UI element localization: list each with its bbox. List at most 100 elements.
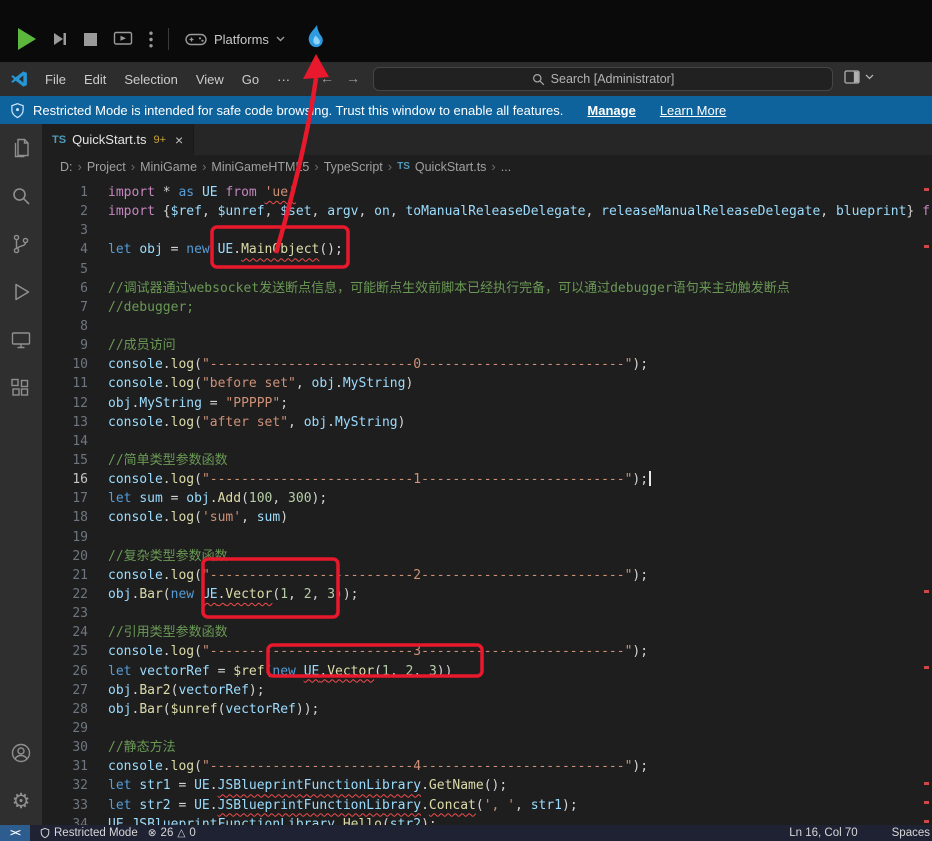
code-line[interactable]: 19 — [42, 528, 932, 547]
code-text: obj.MyString = "PPPPP"; — [108, 394, 288, 413]
sidebar-item-explorer[interactable] — [0, 124, 42, 172]
code-line[interactable]: 29 — [42, 719, 932, 738]
code-text: console.log('sum', sum) — [108, 508, 288, 527]
restricted-mode-status[interactable]: Restricted Mode — [40, 827, 138, 839]
overview-error-mark — [924, 820, 929, 823]
code-line[interactable]: 9//成员访问 — [42, 336, 932, 355]
close-icon[interactable]: × — [175, 132, 183, 148]
menu-view[interactable]: View — [187, 72, 233, 87]
menu-edit[interactable]: Edit — [75, 72, 115, 87]
breadcrumb-item[interactable]: MiniGameHTML5 — [211, 160, 309, 174]
code-line[interactable]: 8 — [42, 317, 932, 336]
code-line[interactable]: 17let sum = obj.Add(100, 300); — [42, 489, 932, 508]
sidebar-item-source-control[interactable] — [0, 220, 42, 268]
sidebar-item-run-debug[interactable] — [0, 268, 42, 316]
launch-icon — [113, 31, 135, 48]
code-line[interactable]: 3 — [42, 221, 932, 240]
error-count: 26 — [161, 827, 174, 839]
code-line[interactable]: 16console.log("-------------------------… — [42, 470, 932, 489]
code-line[interactable]: 32let str1 = UE.JSBlueprintFunctionLibra… — [42, 776, 932, 795]
line-number: 5 — [42, 260, 88, 279]
sidebar-item-search[interactable] — [0, 172, 42, 220]
line-number: 12 — [42, 394, 88, 413]
code-line[interactable]: 1import * as UE from 'ue' — [42, 183, 932, 202]
code-line[interactable]: 14 — [42, 432, 932, 451]
breadcrumb-item[interactable]: QuickStart.ts — [415, 160, 487, 174]
stop-button[interactable] — [68, 33, 97, 46]
code-line[interactable]: 10console.log("-------------------------… — [42, 355, 932, 374]
code-line[interactable]: 5 — [42, 260, 932, 279]
line-number: 29 — [42, 719, 88, 738]
overview-error-mark — [924, 590, 929, 593]
cursor-position-status[interactable]: Ln 16, Col 70 — [789, 827, 857, 839]
problems-status[interactable]: ⊗ 26 △ 0 — [148, 827, 196, 839]
account-button[interactable] — [0, 729, 42, 777]
nav-back-button[interactable]: ← — [320, 70, 334, 86]
menu-file[interactable]: File — [36, 72, 75, 87]
code-line[interactable]: 21console.log("-------------------------… — [42, 566, 932, 585]
toolbar-more-button[interactable] — [149, 31, 153, 48]
line-number: 26 — [42, 662, 88, 681]
puerts-hotreload-button[interactable] — [303, 24, 330, 54]
breadcrumb-item[interactable]: MiniGame — [140, 160, 197, 174]
code-line[interactable]: 11console.log("before set", obj.MyString… — [42, 374, 932, 393]
sidebar-item-remote-explorer[interactable] — [0, 316, 42, 364]
line-number: 20 — [42, 547, 88, 566]
code-line[interactable]: 12 obj.MyString = "PPPPP"; — [42, 394, 932, 413]
manage-link[interactable]: Manage — [587, 103, 635, 118]
code-line[interactable]: 34UE.JSBlueprintFunctionLibrary.Hello(st… — [42, 815, 932, 825]
editor[interactable]: 1import * as UE from 'ue'2import {$ref, … — [42, 178, 932, 825]
code-line[interactable]: 2import {$ref, $unref, $set, argv, on, t… — [42, 202, 932, 221]
menu-selection[interactable]: Selection — [115, 72, 186, 87]
tab-title: QuickStart.ts — [72, 132, 146, 147]
line-number: 19 — [42, 528, 88, 547]
menu-bar: FileEditSelectionViewGo··· — [36, 72, 299, 87]
code-line[interactable]: 25console.log("-------------------------… — [42, 642, 932, 661]
tab-quickstart[interactable]: TS QuickStart.ts 9+ × — [42, 124, 194, 155]
breadcrumb-separator: › — [491, 159, 495, 174]
play-button[interactable] — [0, 28, 36, 50]
code-line[interactable]: 4let obj = new UE.MainObject(); — [42, 240, 932, 259]
ts-file-icon: TS — [397, 161, 410, 172]
menu-go[interactable]: Go — [233, 72, 268, 87]
code-line[interactable]: 33let str2 = UE.JSBlueprintFunctionLibra… — [42, 796, 932, 815]
skip-frame-button[interactable] — [50, 30, 68, 48]
launch-button[interactable] — [113, 31, 135, 48]
layout-customize-button[interactable] — [844, 70, 874, 84]
code-line[interactable]: 6//调试器通过websocket发送断点信息，可能断点生效前脚本已经执行完备，… — [42, 279, 932, 298]
line-number: 23 — [42, 604, 88, 623]
code-line[interactable]: 20//复杂类型参数函数 — [42, 547, 932, 566]
code-line[interactable]: 23 — [42, 604, 932, 623]
code-line[interactable]: 13console.log("after set", obj.MyString) — [42, 413, 932, 432]
breadcrumb-item[interactable]: Project — [87, 160, 126, 174]
code-line[interactable]: 15//简单类型参数函数 — [42, 451, 932, 470]
code-line[interactable]: 28obj.Bar($unref(vectorRef)); — [42, 700, 932, 719]
breadcrumb-item[interactable]: TypeScript — [324, 160, 383, 174]
line-number: 32 — [42, 776, 88, 795]
line-number: 10 — [42, 355, 88, 374]
code-line[interactable]: 24//引用类型参数函数 — [42, 623, 932, 642]
code-line[interactable]: 30//静态方法 — [42, 738, 932, 757]
breadcrumb-item[interactable]: D: — [60, 160, 73, 174]
learn-more-link[interactable]: Learn More — [660, 103, 726, 118]
settings-button[interactable]: ⚙ — [0, 777, 42, 825]
code-line[interactable]: 27obj.Bar2(vectorRef); — [42, 681, 932, 700]
code-line[interactable]: 18console.log('sum', sum) — [42, 508, 932, 527]
breadcrumb-item[interactable]: ... — [501, 160, 511, 174]
code-line[interactable]: 31console.log("-------------------------… — [42, 757, 932, 776]
code-text: console.log("before set", obj.MyString) — [108, 374, 413, 393]
platforms-dropdown[interactable]: Platforms — [185, 31, 285, 47]
command-center-search[interactable]: Search [Administrator] — [373, 67, 833, 91]
tab-bar: TS QuickStart.ts 9+ × — [42, 124, 932, 155]
remote-indicator[interactable]: >< — [0, 825, 30, 841]
code-line[interactable]: 7//debugger; — [42, 298, 932, 317]
menu-more[interactable]: ··· — [268, 72, 299, 87]
indentation-status[interactable]: Spaces — [892, 827, 930, 839]
overview-error-mark — [924, 666, 929, 669]
code-line[interactable]: 26 let vectorRef = $ref(new UE.Vector(1, … — [42, 662, 932, 681]
sidebar-item-extensions[interactable] — [0, 364, 42, 412]
nav-forward-button[interactable]: → — [346, 70, 360, 86]
code-text: let vectorRef = $ref(new UE.Vector(1, 2,… — [108, 662, 452, 681]
code-line[interactable]: 22obj.Bar(new UE.Vector(1, 2, 3)); — [42, 585, 932, 604]
breadcrumb-separator: › — [202, 159, 206, 174]
